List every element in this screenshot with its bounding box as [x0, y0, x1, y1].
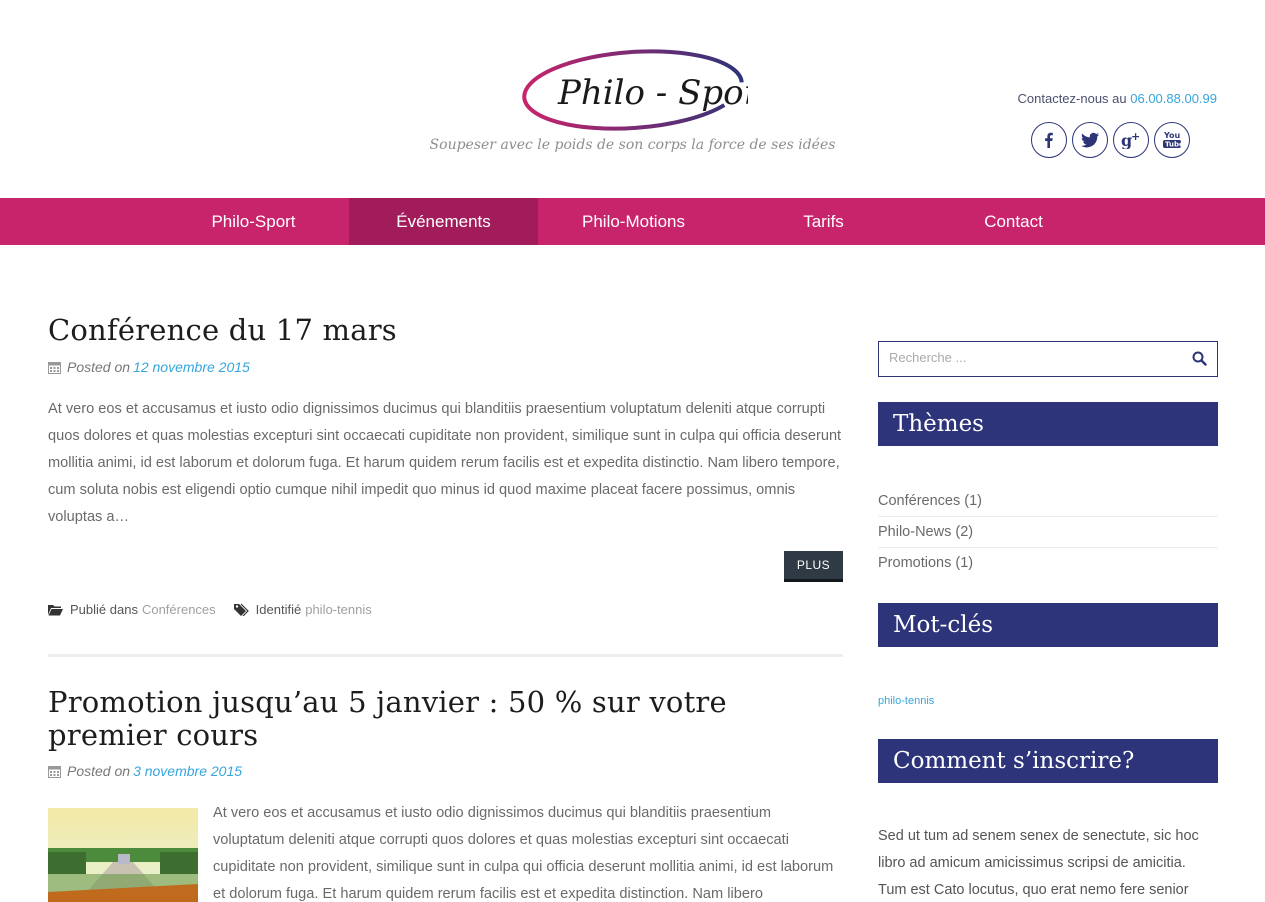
post-thumbnail[interactable] — [48, 808, 198, 902]
facebook-icon[interactable] — [1031, 122, 1067, 158]
svg-text:Tube: Tube — [1165, 141, 1183, 149]
posted-on-label: Posted on — [67, 359, 131, 375]
search-box[interactable]: Recherche ... — [878, 341, 1218, 377]
youtube-icon[interactable]: You Tube — [1154, 122, 1190, 158]
post-meta-date: Posted on 3 novembre 2015 — [48, 763, 242, 779]
post-excerpt: At vero eos et accusamus et iusto odio d… — [48, 401, 842, 525]
category-item: Conférences (1) — [878, 486, 1218, 517]
folder-icon — [48, 604, 63, 615]
widget-title-tags: Mot-clés — [878, 603, 1218, 647]
svg-text:You: You — [1163, 131, 1181, 140]
category-item: Philo-News (2) — [878, 517, 1218, 548]
post-meta-date: Posted on 12 novembre 2015 — [48, 359, 250, 375]
category-count: (1) — [955, 555, 974, 571]
twitter-icon[interactable] — [1072, 122, 1108, 158]
nav-item-tarifs[interactable]: Tarifs — [729, 198, 918, 245]
nav-item-contact[interactable]: Contact — [919, 198, 1108, 245]
search-input[interactable]: Recherche ... — [889, 350, 966, 365]
post-excerpt: At vero eos et accusamus et iusto odio d… — [213, 805, 834, 902]
nav-item-evenements[interactable]: Événements — [349, 198, 538, 245]
search-icon[interactable] — [1192, 351, 1207, 366]
category-link[interactable]: Philo-News — [878, 524, 951, 540]
tag-icon — [233, 603, 249, 616]
category-link[interactable]: Promotions — [878, 555, 951, 571]
nav-item-philo-motions[interactable]: Philo-Motions — [539, 198, 728, 245]
post-divider — [48, 654, 843, 657]
tag-cloud-link[interactable]: philo-tennis — [878, 695, 934, 707]
category-count: (1) — [964, 493, 982, 509]
post-title[interactable]: Promotion jusqu’au 5 janvier : 50 % sur … — [48, 686, 843, 752]
widget-title-themes: Thèmes — [878, 402, 1218, 446]
contact-line: Contactez-nous au 06.00.88.00.99 — [1018, 91, 1218, 106]
contact-prefix: Contactez-nous au — [1017, 91, 1127, 106]
tag-link[interactable]: philo-tennis — [305, 602, 372, 617]
calendar-icon — [48, 765, 61, 778]
widget-title-inscrire: Comment s’inscrire? — [878, 739, 1218, 783]
post-date-link[interactable]: 3 novembre 2015 — [133, 763, 242, 779]
post-footer-meta: Publié dans Conférences Identifié philo-… — [48, 602, 372, 617]
category-count: (2) — [955, 524, 974, 540]
post-date-link[interactable]: 12 novembre 2015 — [133, 359, 250, 375]
category-link[interactable]: Conférences — [878, 493, 960, 509]
published-in-label: Publié dans — [70, 602, 138, 617]
inscrire-text: Sed ut tum ad senem senex de senectute, … — [878, 828, 1199, 898]
site-tagline: Soupeser avec le poids de son corps la f… — [429, 137, 836, 153]
calendar-icon — [48, 361, 61, 374]
phone-link[interactable]: 06.00.88.00.99 — [1130, 91, 1217, 106]
main-nav: Philo-Sport Événements Philo-Motions Tar… — [0, 198, 1265, 245]
svg-text:Philo - Sport: Philo - Sport — [557, 73, 748, 113]
read-more-button[interactable]: PLUS — [784, 551, 843, 582]
post-title[interactable]: Conférence du 17 mars — [48, 314, 843, 347]
category-item: Promotions (1) — [878, 548, 1218, 579]
category-link[interactable]: Conférences — [142, 602, 216, 617]
posted-on-label: Posted on — [67, 763, 131, 779]
nav-item-philo-sport[interactable]: Philo-Sport — [159, 198, 348, 245]
site-header: Philo - Sport Soupeser avec le poids de … — [0, 0, 1265, 198]
site-logo[interactable]: Philo - Sport — [518, 42, 748, 138]
svg-text:+: + — [1131, 131, 1140, 143]
google-plus-icon[interactable]: g + — [1113, 122, 1149, 158]
social-links: g + You Tube — [1031, 122, 1190, 158]
tagged-label: Identifié — [255, 602, 302, 617]
